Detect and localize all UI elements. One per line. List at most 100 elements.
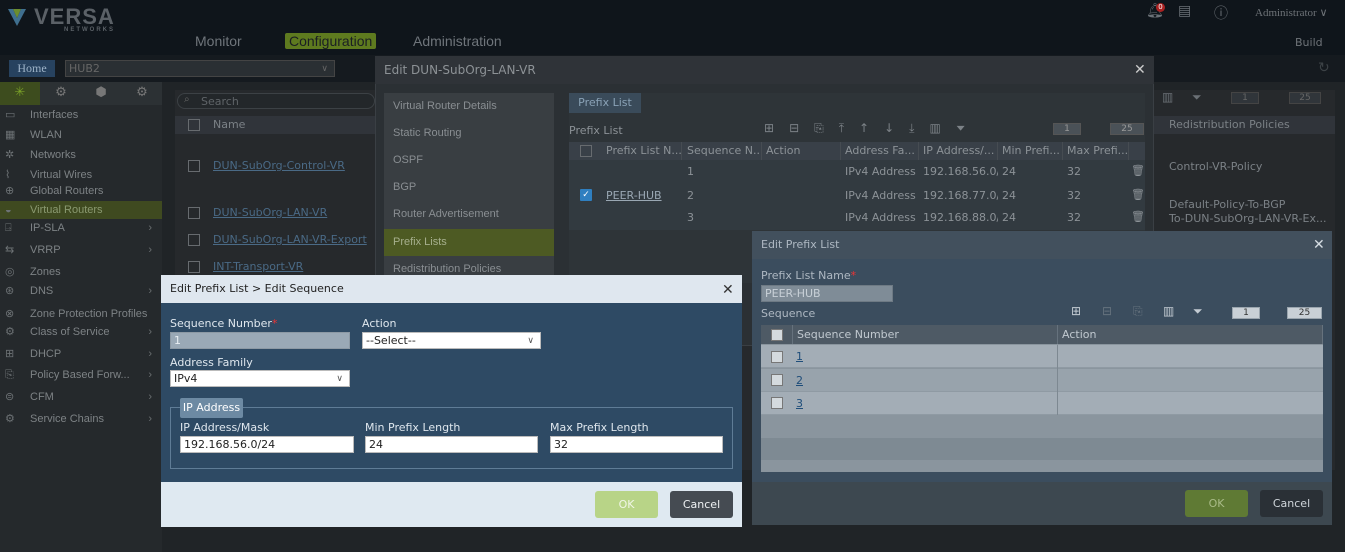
col-action: Action xyxy=(762,142,841,160)
action-select[interactable]: --Select-- ∨ xyxy=(362,332,541,349)
page-size-select[interactable]: 25 xyxy=(1110,123,1144,135)
add-icon[interactable]: ⊞ xyxy=(1071,304,1081,318)
clone-icon[interactable]: ⎘ xyxy=(1133,304,1143,319)
page-input[interactable]: 1 xyxy=(1232,307,1260,319)
nav-monitor[interactable]: Monitor xyxy=(195,33,242,49)
sidebar-item-virtual-routers[interactable]: ◒ Virtual Routers xyxy=(0,201,162,219)
cell-action xyxy=(762,188,841,211)
ok-button[interactable]: OK xyxy=(595,491,658,518)
side-item-ospf[interactable]: OSPF xyxy=(384,147,554,174)
sidebar-item-zones[interactable]: ◎ Zones xyxy=(0,263,162,282)
sidebar-item-dns[interactable]: ⊛ DNS › xyxy=(0,282,162,301)
row-checkbox[interactable] xyxy=(188,160,200,172)
sidebar-item-ip-sla[interactable]: ⍈ IP-SLA › xyxy=(0,219,162,238)
search-box[interactable]: ⌕ Search xyxy=(177,93,375,109)
row-checkbox[interactable] xyxy=(188,261,200,273)
refresh-icon[interactable]: ↻ xyxy=(1318,60,1330,76)
side-item-prefix-lists[interactable]: Prefix Lists xyxy=(384,229,554,256)
tab-prefix-list[interactable]: Prefix List xyxy=(569,93,641,113)
columns-icon[interactable]: ▥ xyxy=(1162,90,1173,104)
sidebar-item-class-of-service[interactable]: ⚙ Class of Service › xyxy=(0,323,162,342)
sidebar-item-interfaces[interactable]: ▭ Interfaces xyxy=(0,106,162,125)
sequence-link-3[interactable]: 3 xyxy=(796,397,803,410)
nav-administration[interactable]: Administration xyxy=(413,33,502,49)
row-link-int-transport[interactable]: INT-Transport-VR xyxy=(213,260,303,273)
sidebar-item-wlan[interactable]: ▦ WLAN xyxy=(0,126,162,145)
objects-tab-icon[interactable]: ⬢ xyxy=(81,82,121,105)
page-input[interactable]: 1 xyxy=(1231,92,1259,104)
row-checkbox[interactable] xyxy=(188,207,200,219)
sidebar-item-service-chains[interactable]: ⚙ Service Chains › xyxy=(0,410,162,429)
max-prefix-input[interactable]: 32 xyxy=(550,436,723,453)
network-tab-icon[interactable]: ✳ xyxy=(0,82,40,105)
remove-icon[interactable]: ⊟ xyxy=(789,121,814,135)
sidebar-item-global-routers[interactable]: ⊕ Global Routers xyxy=(0,182,162,201)
cancel-button[interactable]: Cancel xyxy=(1260,490,1323,517)
row-link-lan-vr-export[interactable]: DUN-SubOrg-LAN-VR-Export xyxy=(213,233,367,246)
add-icon[interactable]: ⊞ xyxy=(764,121,789,135)
row-checkbox-checked[interactable]: ✓ xyxy=(580,189,592,201)
move-up-icon[interactable]: ↑ xyxy=(859,121,884,135)
home-button[interactable]: Home xyxy=(9,60,55,77)
document-icon[interactable]: ▤ xyxy=(1178,3,1191,19)
col-action: Action xyxy=(1058,325,1323,344)
zone-protection-icon: ⊗ xyxy=(5,308,15,320)
sidebar-item-cfm[interactable]: ⊜ CFM › xyxy=(0,388,162,407)
trash-icon[interactable]: 🗑︎ xyxy=(1131,188,1145,201)
select-all-checkbox[interactable] xyxy=(771,329,783,341)
close-icon[interactable]: ✕ xyxy=(722,282,734,298)
row-link-lan-vr[interactable]: DUN-SubOrg-LAN-VR xyxy=(213,206,327,219)
close-icon[interactable]: ✕ xyxy=(1134,62,1146,78)
filter-icon[interactable]: ⏷ xyxy=(1193,304,1203,319)
sequence-link-2[interactable]: 2 xyxy=(796,374,803,387)
filter-icon[interactable]: ⏷ xyxy=(1192,90,1202,105)
move-top-icon[interactable]: ⤒ xyxy=(839,121,859,135)
select-all-checkbox[interactable] xyxy=(580,145,592,157)
row-checkbox[interactable] xyxy=(771,374,783,386)
sidebar-item-pbf[interactable]: ⎘ Policy Based Forw... › xyxy=(0,366,162,385)
global-routers-icon: ⊕ xyxy=(5,185,15,197)
address-family-select[interactable]: IPv4 ∨ xyxy=(170,370,350,387)
select-all-checkbox[interactable] xyxy=(188,119,200,131)
page-size-select[interactable]: 25 xyxy=(1287,307,1322,319)
cancel-button[interactable]: Cancel xyxy=(670,491,733,518)
sidebar-item-dhcp[interactable]: ⊞ DHCP › xyxy=(0,345,162,364)
sidebar-item-zone-protection[interactable]: ⊗ Zone Protection Profiles xyxy=(0,305,162,324)
appliance-select[interactable]: HUB2 ∨ xyxy=(65,60,335,77)
settings-tab-icon[interactable]: ⚙ xyxy=(41,82,81,105)
sidebar-item-vrrp[interactable]: ⇆ VRRP › xyxy=(0,241,162,260)
trash-icon[interactable]: 🗑︎ xyxy=(1131,164,1145,177)
row-checkbox[interactable] xyxy=(771,351,783,363)
col-name-header: Name xyxy=(213,118,246,131)
remove-icon[interactable]: ⊟ xyxy=(1102,304,1112,318)
row-checkbox[interactable] xyxy=(771,397,783,409)
sidebar-item-networks[interactable]: ✲ Networks xyxy=(0,146,162,165)
page-input[interactable]: 1 xyxy=(1053,123,1081,135)
min-prefix-input[interactable]: 24 xyxy=(365,436,538,453)
trash-icon[interactable]: 🗑︎ xyxy=(1131,210,1145,223)
page-size-select[interactable]: 25 xyxy=(1289,92,1321,104)
columns-icon[interactable]: ▥ xyxy=(1163,304,1174,318)
nav-configuration[interactable]: Configuration xyxy=(285,33,377,49)
side-item-static-routing[interactable]: Static Routing xyxy=(384,120,554,147)
prefix-list-name-input[interactable]: PEER-HUB xyxy=(761,285,893,302)
ok-button[interactable]: OK xyxy=(1185,490,1248,517)
sequence-number-input[interactable]: 1 xyxy=(170,332,350,349)
prefix-list-name-link[interactable]: PEER-HUB xyxy=(606,189,662,202)
side-item-vr-details[interactable]: Virtual Router Details xyxy=(384,93,554,120)
columns-icon[interactable]: ▥ xyxy=(929,121,955,135)
side-item-bgp[interactable]: BGP xyxy=(384,174,554,201)
info-icon[interactable]: ⓘ xyxy=(1214,3,1228,23)
move-bottom-icon[interactable]: ⤓ xyxy=(909,121,929,135)
side-item-router-advertisement[interactable]: Router Advertisement xyxy=(384,201,554,228)
ip-mask-input[interactable]: 192.168.56.0/24 xyxy=(180,436,354,453)
filter-icon[interactable]: ⏷ xyxy=(956,121,981,135)
services-tab-icon[interactable]: ⚙ xyxy=(122,82,162,105)
move-down-icon[interactable]: ↓ xyxy=(884,121,909,135)
sequence-link-1[interactable]: 1 xyxy=(796,350,803,363)
row-checkbox[interactable] xyxy=(188,234,200,246)
user-menu[interactable]: Administrator ∨ xyxy=(1255,6,1328,19)
clone-icon[interactable]: ⎘ xyxy=(814,121,839,135)
close-icon[interactable]: ✕ xyxy=(1313,237,1325,253)
row-link-control-vr[interactable]: DUN-SubOrg-Control-VR xyxy=(213,159,345,172)
